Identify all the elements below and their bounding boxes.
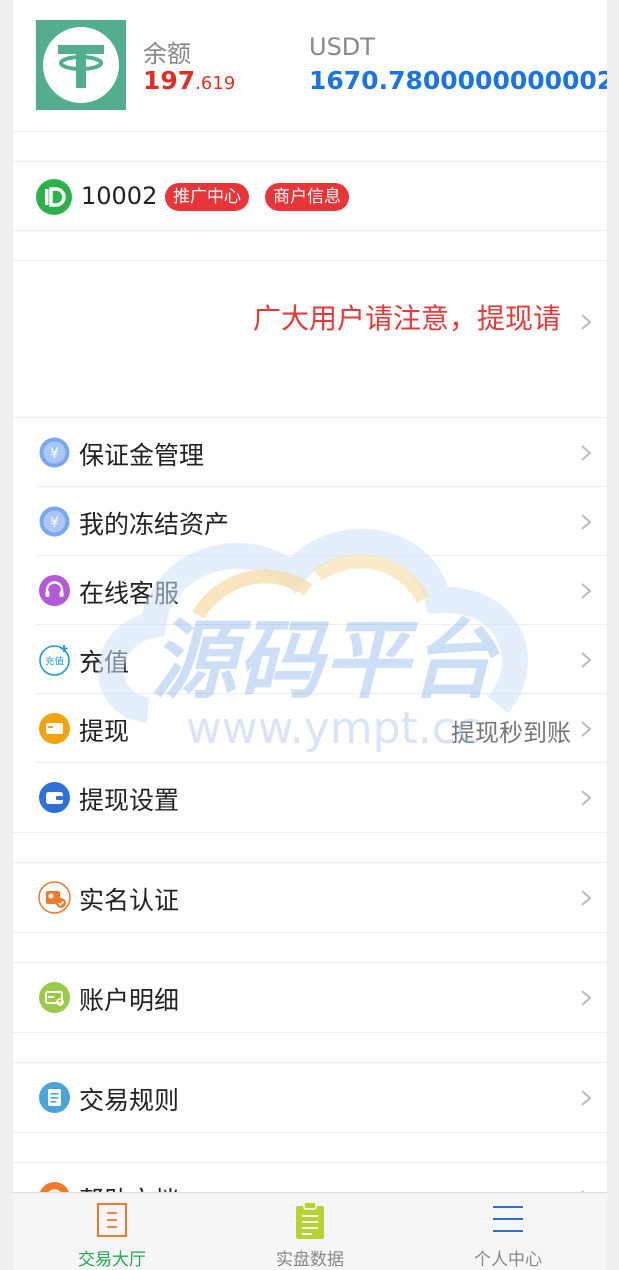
svg-text:¥: ¥ bbox=[50, 446, 59, 462]
notice-text: 广大用户请注意，提现请 bbox=[253, 302, 562, 335]
recharge-icon: 充值 bbox=[39, 645, 70, 676]
chevron-right-icon bbox=[581, 652, 592, 668]
menu-item-label: 保证金管理 bbox=[79, 441, 205, 470]
id-card-icon bbox=[38, 881, 71, 914]
menu-item-withdraw-settings[interactable]: 提现设置 bbox=[36, 763, 607, 832]
withdraw-icon bbox=[39, 713, 70, 744]
user-id-row: 10002 推广中心 商户信息 bbox=[13, 162, 607, 230]
menu-item-margin-management[interactable]: ¥ 保证金管理 bbox=[36, 418, 607, 487]
chevron-right-icon bbox=[581, 514, 592, 530]
menu-item-real-name[interactable]: 实名认证 bbox=[13, 863, 607, 932]
menu-item-account-details[interactable]: 账户明细 bbox=[13, 963, 607, 1032]
balance-header: 余额 197.619 USDT 1670.7800000000002个 bbox=[13, 0, 607, 131]
menu-item-label: 充值 bbox=[79, 648, 130, 677]
profile-page: 余额 197.619 USDT 1670.7800000000002个 1000… bbox=[13, 0, 607, 1270]
promotion-center-button[interactable]: 推广中心 bbox=[165, 183, 249, 211]
menu-item-online-service[interactable]: 在线客服 bbox=[36, 556, 607, 625]
merchant-info-button[interactable]: 商户信息 bbox=[265, 183, 349, 211]
tab-live-data[interactable]: 实盘数据 bbox=[211, 1193, 409, 1270]
balance-label: 余额 bbox=[143, 40, 191, 68]
user-id: 10002 bbox=[81, 182, 158, 210]
chevron-right-icon bbox=[581, 1090, 592, 1106]
headset-icon bbox=[39, 575, 70, 606]
menu-item-label: 提现 bbox=[79, 717, 130, 746]
id-icon bbox=[36, 179, 72, 215]
tab-label: 个人中心 bbox=[474, 1250, 542, 1270]
menu-item-label: 我的冻结资产 bbox=[79, 510, 230, 539]
usdt-label: USDT bbox=[309, 33, 375, 61]
chevron-right-icon bbox=[581, 890, 592, 906]
notice-row[interactable]: 广大用户请注意，提现请 bbox=[13, 261, 607, 417]
menu-lines-icon bbox=[493, 1206, 523, 1232]
svg-text:充值: 充值 bbox=[45, 656, 65, 668]
chevron-right-icon bbox=[581, 990, 592, 1006]
tether-logo-icon bbox=[36, 20, 126, 110]
menu-item-label: 账户明细 bbox=[79, 986, 180, 1015]
menu-item-label: 在线客服 bbox=[79, 579, 180, 608]
withdraw-hint: 提现秒到账 bbox=[451, 719, 571, 747]
bottom-tab-bar: 交易大厅 实盘数据 个人中心 bbox=[13, 1192, 607, 1270]
ledger-icon bbox=[39, 982, 70, 1013]
wallet-icon bbox=[39, 782, 70, 813]
tab-personal-center[interactable]: 个人中心 bbox=[409, 1193, 607, 1270]
list-doc-icon bbox=[97, 1203, 127, 1237]
chevron-right-icon bbox=[581, 445, 592, 461]
chevron-right-icon bbox=[581, 314, 592, 330]
menu-item-recharge[interactable]: 充值 充值 bbox=[36, 625, 607, 694]
menu-item-label: 实名认证 bbox=[79, 886, 180, 915]
usdt-value: 1670.7800000000002个 bbox=[309, 66, 607, 95]
tab-trading-hall[interactable]: 交易大厅 bbox=[13, 1193, 211, 1270]
section-divider bbox=[13, 230, 607, 261]
chevron-right-icon bbox=[581, 790, 592, 806]
section-divider bbox=[13, 1032, 607, 1063]
tab-label: 交易大厅 bbox=[78, 1250, 146, 1270]
tab-label: 实盘数据 bbox=[276, 1250, 344, 1270]
chevron-right-icon bbox=[581, 583, 592, 599]
chevron-right-icon bbox=[581, 721, 592, 737]
menu-item-frozen-assets[interactable]: ¥ 我的冻结资产 bbox=[36, 487, 607, 556]
section-divider bbox=[13, 832, 607, 863]
document-icon bbox=[39, 1082, 70, 1113]
yen-icon: ¥ bbox=[39, 506, 70, 537]
balance-value: 197.619 bbox=[143, 66, 236, 95]
menu-item-label: 交易规则 bbox=[79, 1086, 180, 1115]
section-divider bbox=[13, 932, 607, 963]
clipboard-icon bbox=[296, 1201, 324, 1239]
section-divider bbox=[13, 131, 607, 162]
section-divider bbox=[13, 1132, 607, 1163]
yen-icon: ¥ bbox=[39, 437, 70, 468]
menu-item-label: 提现设置 bbox=[79, 786, 180, 815]
menu-item-trading-rules[interactable]: 交易规则 bbox=[13, 1063, 607, 1132]
svg-text:¥: ¥ bbox=[50, 515, 59, 531]
menu-item-withdraw[interactable]: 提现 提现秒到账 bbox=[36, 694, 607, 763]
